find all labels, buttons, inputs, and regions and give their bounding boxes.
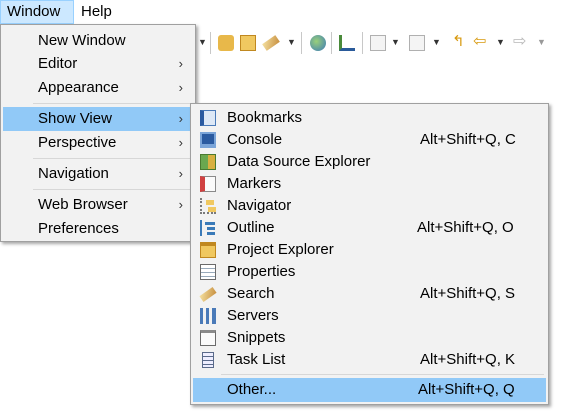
menu-item-new-window[interactable]: New Window (3, 29, 193, 53)
view-item-properties[interactable]: Properties (193, 260, 546, 284)
toolbar-dropdown-icon[interactable]: ▼ (198, 37, 207, 47)
view-item-servers[interactable]: Servers (193, 304, 546, 328)
toolbar-separator (210, 32, 211, 54)
back-icon[interactable]: ⇦ (473, 34, 489, 51)
view-item-label: Bookmarks (227, 109, 303, 126)
submenu-arrow-icon: › (178, 111, 183, 126)
menu-separator (221, 374, 544, 375)
toolbar-separator (362, 32, 363, 54)
toolbar-separator (301, 32, 302, 54)
submenu-arrow-icon: › (178, 56, 183, 71)
menu-item-show-view[interactable]: Show View › (3, 107, 193, 131)
menu-item-label: Web Browser (38, 196, 128, 213)
servers-icon (200, 308, 216, 324)
submenu-arrow-icon: › (178, 80, 183, 95)
menu-help[interactable]: Help (75, 0, 125, 24)
previous-annotation-dropdown-icon[interactable]: ▼ (432, 37, 441, 47)
menu-item-navigation[interactable]: Navigation › (3, 162, 193, 186)
menu-item-label: Preferences (38, 220, 119, 237)
window-menu: New Window Editor › Appearance › Show Vi… (0, 24, 196, 242)
project-explorer-icon (200, 242, 216, 258)
view-item-label: Properties (227, 263, 296, 280)
view-item-bookmarks[interactable]: Bookmarks (193, 106, 546, 130)
run-tool-icon[interactable] (339, 35, 355, 51)
toolbar-separator (331, 32, 332, 54)
view-item-shortcut: Alt+Shift+Q, K (420, 351, 516, 368)
menu-item-editor[interactable]: Editor › (3, 52, 193, 76)
view-item-shortcut: Alt+Shift+Q, S (420, 285, 516, 302)
view-item-other[interactable]: Other... Alt+Shift+Q, Q (193, 378, 546, 402)
forward-dropdown-icon[interactable]: ▼ (537, 37, 546, 47)
view-item-label: Navigator (227, 197, 292, 214)
previous-annotation-icon[interactable] (409, 35, 425, 51)
next-annotation-dropdown-icon[interactable]: ▼ (391, 37, 400, 47)
task-list-icon (202, 352, 214, 368)
outline-icon (200, 220, 216, 236)
menu-item-label: Show View (38, 110, 112, 127)
search-icon (199, 287, 217, 302)
menu-item-web-browser[interactable]: Web Browser › (3, 193, 193, 217)
console-icon (200, 132, 216, 148)
markers-icon (200, 176, 216, 192)
search-dropdown-icon[interactable]: ▼ (287, 37, 296, 47)
menu-window[interactable]: Window (0, 0, 74, 24)
menu-item-preferences[interactable]: Preferences (3, 217, 193, 241)
view-item-task-list[interactable]: Task List Alt+Shift+Q, K (193, 348, 546, 372)
menu-bar: Window Help (0, 0, 576, 24)
menu-item-appearance[interactable]: Appearance › (3, 76, 193, 100)
view-item-label: Search (227, 285, 275, 302)
view-item-console[interactable]: Console Alt+Shift+Q, C (193, 128, 546, 152)
view-item-outline[interactable]: Outline Alt+Shift+Q, O (193, 216, 546, 240)
open-folder-icon[interactable] (240, 35, 256, 51)
search-tool-icon[interactable] (262, 35, 280, 51)
view-item-navigator[interactable]: Navigator (193, 194, 546, 218)
data-source-explorer-icon (200, 154, 216, 170)
view-item-search[interactable]: Search Alt+Shift+Q, S (193, 282, 546, 306)
menu-item-label: New Window (38, 32, 126, 49)
view-item-label: Markers (227, 175, 282, 192)
view-item-project-explorer[interactable]: Project Explorer (193, 238, 546, 262)
menu-item-label: Editor (38, 55, 78, 72)
view-item-label: Console (227, 131, 283, 148)
menu-item-perspective[interactable]: Perspective › (3, 131, 193, 155)
properties-icon (200, 264, 216, 280)
submenu-arrow-icon: › (178, 197, 183, 212)
view-item-markers[interactable]: Markers (193, 172, 546, 196)
view-item-label: Data Source Explorer (227, 153, 371, 170)
view-item-label: Project Explorer (227, 241, 334, 258)
submenu-arrow-icon: › (178, 135, 183, 150)
open-type-icon[interactable] (218, 35, 234, 51)
view-item-label: Task List (227, 351, 286, 368)
globe-icon[interactable] (310, 35, 326, 51)
back-dropdown-icon[interactable]: ▼ (496, 37, 505, 47)
view-item-label: Servers (227, 307, 279, 324)
menu-item-label: Perspective (38, 134, 117, 151)
view-item-label: Snippets (227, 329, 286, 346)
view-item-label: Other... (227, 381, 277, 398)
view-item-data-source-explorer[interactable]: Data Source Explorer (193, 150, 546, 174)
bookmarks-icon (200, 110, 216, 126)
view-item-snippets[interactable]: Snippets (193, 326, 546, 350)
last-edit-location-icon[interactable]: ↰ (452, 34, 468, 51)
view-item-shortcut: Alt+Shift+Q, C (420, 131, 516, 148)
show-view-menu: Bookmarks Console Alt+Shift+Q, C Data So… (190, 103, 549, 405)
snippets-icon (200, 330, 216, 346)
menu-separator (33, 189, 191, 190)
submenu-arrow-icon: › (178, 166, 183, 181)
forward-icon[interactable]: ⇨ (513, 34, 529, 51)
view-item-shortcut: Alt+Shift+Q, Q (418, 381, 515, 398)
menu-separator (33, 103, 191, 104)
navigator-icon (200, 198, 216, 214)
menu-item-label: Appearance (38, 79, 119, 96)
menu-item-label: Navigation (38, 165, 109, 182)
next-annotation-icon[interactable] (370, 35, 386, 51)
view-item-label: Outline (227, 219, 275, 236)
menu-separator (33, 158, 191, 159)
view-item-shortcut: Alt+Shift+Q, O (417, 219, 514, 236)
